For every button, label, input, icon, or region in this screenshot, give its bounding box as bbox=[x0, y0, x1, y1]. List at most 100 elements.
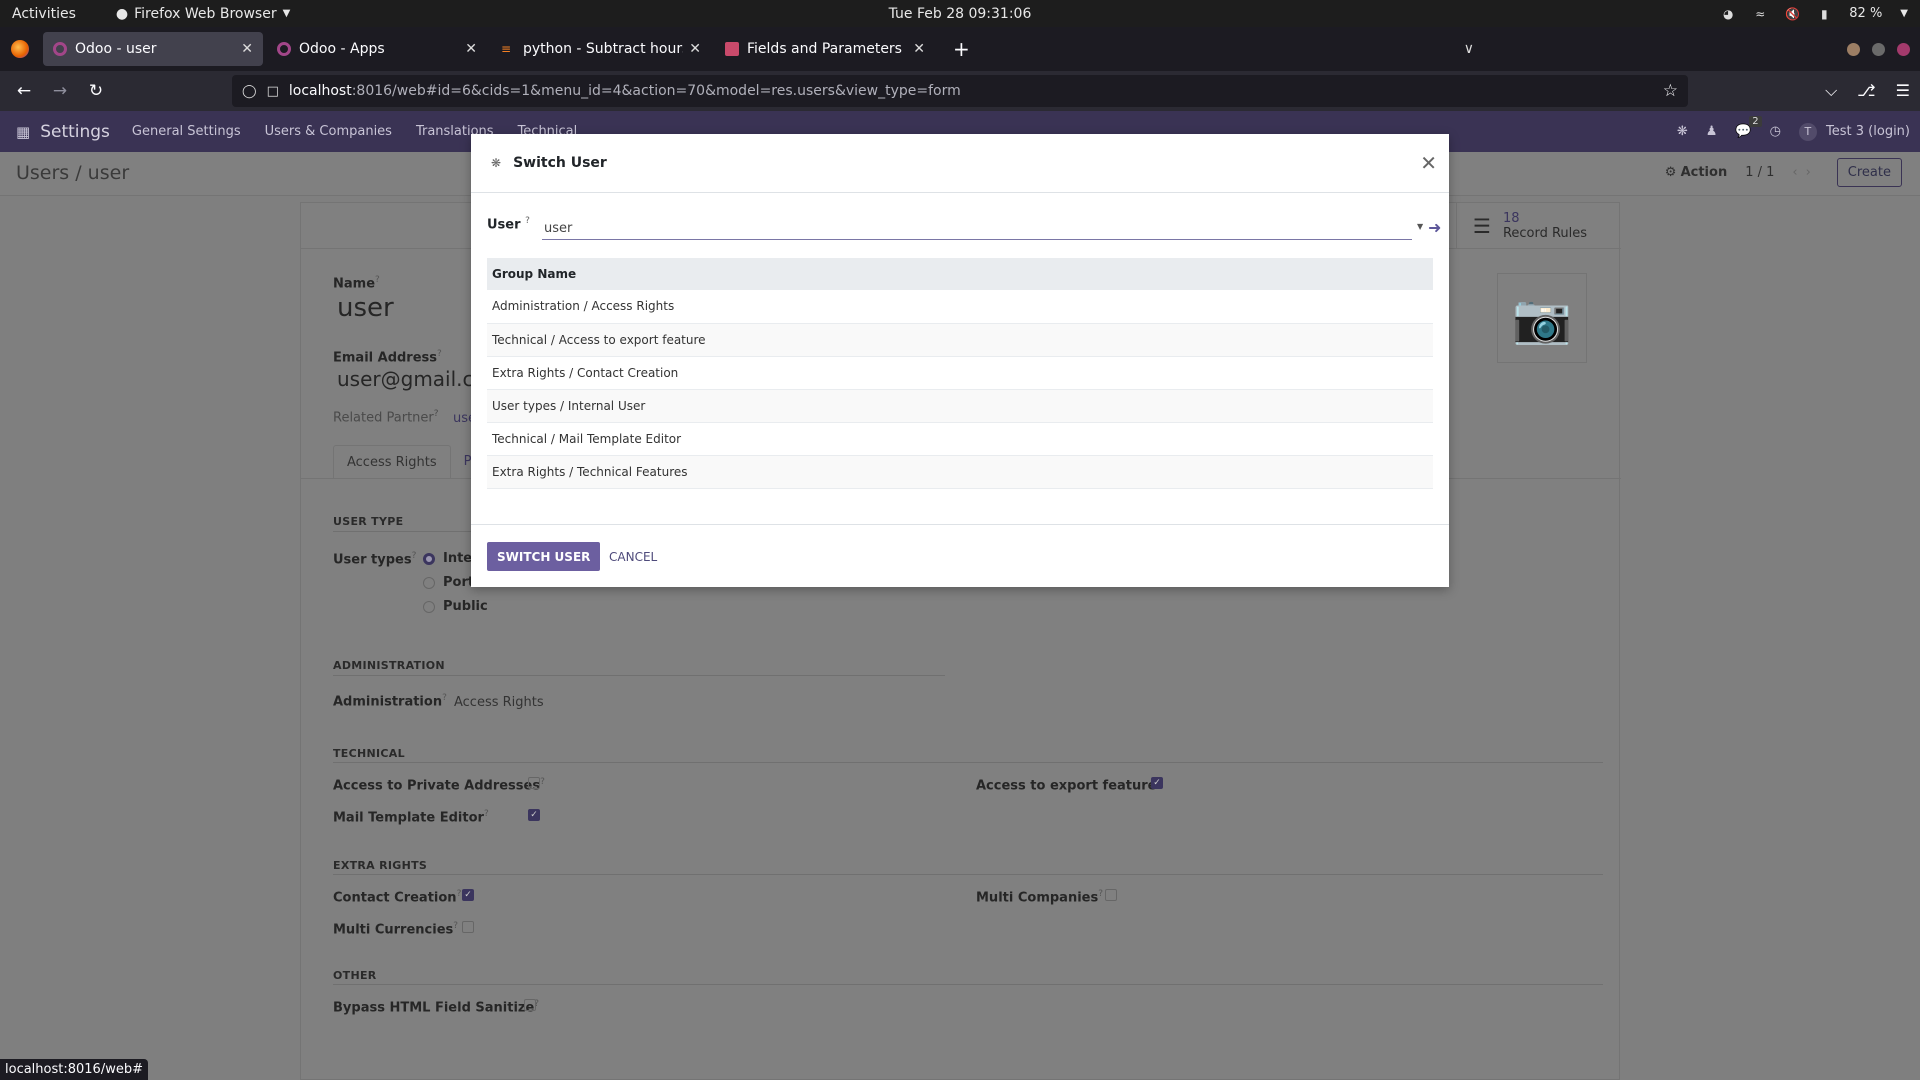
close-window-button[interactable] bbox=[1897, 42, 1910, 56]
groups-table: Group Name Administration / Access Right… bbox=[487, 258, 1433, 489]
bypass-sanitize-label: Bypass HTML Field Sanitize? bbox=[333, 999, 540, 1016]
app-brand[interactable]: Settings bbox=[40, 122, 110, 142]
bookmark-star-icon[interactable]: ☆ bbox=[1663, 81, 1678, 101]
close-icon[interactable]: ✕ bbox=[465, 41, 477, 57]
close-icon[interactable]: ✕ bbox=[689, 41, 701, 57]
browser-tab[interactable]: Fields and Parameters in ✕ bbox=[715, 32, 935, 66]
export-feature-checkbox[interactable]: ✓ bbox=[1151, 777, 1163, 789]
private-addresses-checkbox[interactable] bbox=[528, 777, 540, 789]
cancel-button[interactable]: CANCEL bbox=[603, 542, 663, 571]
url-path: :8016/web#id=6&cids=1&menu_id=4&action=7… bbox=[351, 83, 961, 99]
browser-tab[interactable]: Odoo - user ✕ bbox=[43, 32, 263, 66]
action-menu[interactable]: ⚙ Action bbox=[1665, 165, 1727, 180]
new-tab-button[interactable]: + bbox=[953, 37, 970, 61]
user-label: User ? bbox=[487, 216, 530, 233]
switch-user-dialog: ❋ Switch User ✕ User ? ▼ ➜ Group Name Ad… bbox=[471, 134, 1449, 587]
pager-value[interactable]: 1 / 1 bbox=[1745, 165, 1774, 180]
minimize-button[interactable] bbox=[1847, 42, 1860, 56]
menu-general-settings[interactable]: General Settings bbox=[132, 124, 241, 139]
breadcrumb[interactable]: Users / user bbox=[16, 162, 129, 184]
image-upload[interactable]: 📷 bbox=[1497, 273, 1587, 363]
clock[interactable]: Tue Feb 28 09:31:06 bbox=[889, 6, 1032, 22]
system-tray[interactable]: ◕ ≈ 🔇 ▮ 82 % ▼ bbox=[1721, 6, 1908, 21]
user-types-label: User types? bbox=[333, 551, 417, 568]
tab-access-rights[interactable]: Access Rights bbox=[333, 445, 451, 479]
odoo-favicon-icon bbox=[53, 42, 67, 56]
record-rules-stat-button[interactable]: ☰ 18 Record Rules bbox=[1456, 203, 1621, 249]
table-row[interactable]: Technical / Mail Template Editor bbox=[487, 422, 1433, 456]
dropdown-caret-icon[interactable]: ▼ bbox=[1417, 222, 1423, 231]
group-name-cell: Technical / Mail Template Editor bbox=[487, 422, 1433, 456]
chevron-right-icon[interactable]: › bbox=[1806, 165, 1819, 180]
user-icon[interactable]: ♟ bbox=[1706, 124, 1718, 139]
external-link-arrow-icon[interactable]: ➜ bbox=[1428, 218, 1441, 237]
extensions-icon[interactable]: ⎇ bbox=[1857, 81, 1875, 101]
forward-icon[interactable]: → bbox=[42, 81, 78, 101]
multi-companies-checkbox[interactable] bbox=[1105, 889, 1117, 901]
radio-internal-user[interactable] bbox=[423, 553, 435, 565]
page-icon[interactable]: □ bbox=[267, 84, 279, 99]
table-row[interactable]: Extra Rights / Technical Features bbox=[487, 455, 1433, 489]
chevron-left-icon[interactable]: ‹ bbox=[1792, 165, 1805, 180]
group-name-cell: Administration / Access Rights bbox=[487, 290, 1433, 324]
column-header-group-name[interactable]: Group Name bbox=[487, 258, 1433, 290]
pocket-icon[interactable]: ⌵ bbox=[1825, 81, 1837, 101]
activity-clock-icon[interactable]: ◷ bbox=[1770, 124, 1781, 139]
create-button[interactable]: Create bbox=[1836, 158, 1902, 187]
shield-icon[interactable]: ◯ bbox=[242, 84, 257, 99]
stat-label: Record Rules bbox=[1502, 226, 1588, 241]
user-input[interactable] bbox=[542, 218, 1412, 240]
navigation-toolbar: ← → ↻ ◯ □ localhost:8016/web#id=6&cids=1… bbox=[0, 71, 1920, 111]
browser-tab[interactable]: Odoo - Apps ✕ bbox=[267, 32, 487, 66]
administration-select[interactable]: Access Rights bbox=[454, 695, 544, 710]
menu-users-companies[interactable]: Users & Companies bbox=[265, 124, 392, 139]
tab-title: Odoo - Apps bbox=[299, 41, 385, 57]
action-label: Action bbox=[1680, 165, 1728, 180]
contact-creation-checkbox[interactable]: ✓ bbox=[462, 889, 474, 901]
group-name-cell: User types / Internal User bbox=[487, 389, 1433, 423]
bug-icon: ❋ bbox=[491, 156, 502, 170]
firefox-view-icon[interactable] bbox=[11, 40, 29, 58]
divider bbox=[333, 762, 1603, 763]
user-menu[interactable]: T Test 3 (login) bbox=[1798, 122, 1910, 141]
reload-icon[interactable]: ↻ bbox=[78, 81, 114, 101]
table-row[interactable]: Technical / Access to export feature bbox=[487, 323, 1433, 357]
back-icon[interactable]: ← bbox=[6, 81, 42, 101]
stackoverflow-favicon-icon: ≡ bbox=[501, 42, 512, 56]
table-header-row: Group Name bbox=[487, 258, 1433, 290]
section-user-type: USER TYPE bbox=[333, 515, 404, 528]
maximize-button[interactable] bbox=[1872, 42, 1885, 56]
table-row[interactable]: Administration / Access Rights bbox=[487, 290, 1433, 324]
hamburger-menu-icon[interactable]: ☰ bbox=[1896, 81, 1910, 101]
switch-user-button[interactable]: SWITCH USER bbox=[487, 542, 601, 571]
section-other: OTHER bbox=[333, 969, 377, 982]
multi-currencies-checkbox[interactable] bbox=[462, 921, 474, 933]
apps-grid-icon[interactable]: ▦ bbox=[16, 123, 30, 141]
table-row[interactable]: User types / Internal User bbox=[487, 389, 1433, 423]
odoo-favicon-icon bbox=[277, 42, 291, 56]
url-bar[interactable]: ◯ □ localhost:8016/web#id=6&cids=1&menu_… bbox=[232, 75, 1688, 107]
close-icon[interactable]: ✕ bbox=[913, 41, 925, 57]
debug-bug-icon[interactable]: ❋ bbox=[1677, 124, 1688, 139]
list-all-tabs-icon[interactable]: ∨ bbox=[1464, 41, 1474, 57]
bypass-sanitize-checkbox[interactable] bbox=[524, 999, 536, 1011]
browser-tab[interactable]: ≡ python - Subtract hours a ✕ bbox=[491, 32, 711, 66]
close-icon[interactable]: ✕ bbox=[1420, 151, 1437, 175]
mail-template-editor-checkbox[interactable]: ✓ bbox=[528, 809, 540, 821]
administration-label: Administration? bbox=[333, 693, 447, 710]
close-icon[interactable]: ✕ bbox=[241, 41, 253, 57]
control-panel-actions: ⚙ Action 1 / 1 ‹› Create bbox=[1665, 158, 1902, 187]
site-favicon-icon bbox=[725, 42, 739, 56]
table-row[interactable]: Extra Rights / Contact Creation bbox=[487, 356, 1433, 390]
app-menu-label: Firefox Web Browser bbox=[134, 5, 277, 22]
activities-button[interactable]: Activities bbox=[12, 6, 76, 22]
multi-currencies-label: Multi Currencies? bbox=[333, 921, 459, 938]
app-menu[interactable]: ● Firefox Web Browser ▼ bbox=[116, 6, 290, 22]
messaging-menu[interactable]: 💬 2 bbox=[1735, 116, 1762, 139]
radio-portal[interactable] bbox=[423, 577, 435, 589]
name-field[interactable]: user bbox=[337, 293, 394, 323]
stat-value: 18 bbox=[1502, 211, 1520, 226]
divider bbox=[333, 874, 1603, 875]
battery-icon: ▮ bbox=[1820, 6, 1828, 21]
radio-public[interactable] bbox=[423, 601, 435, 613]
